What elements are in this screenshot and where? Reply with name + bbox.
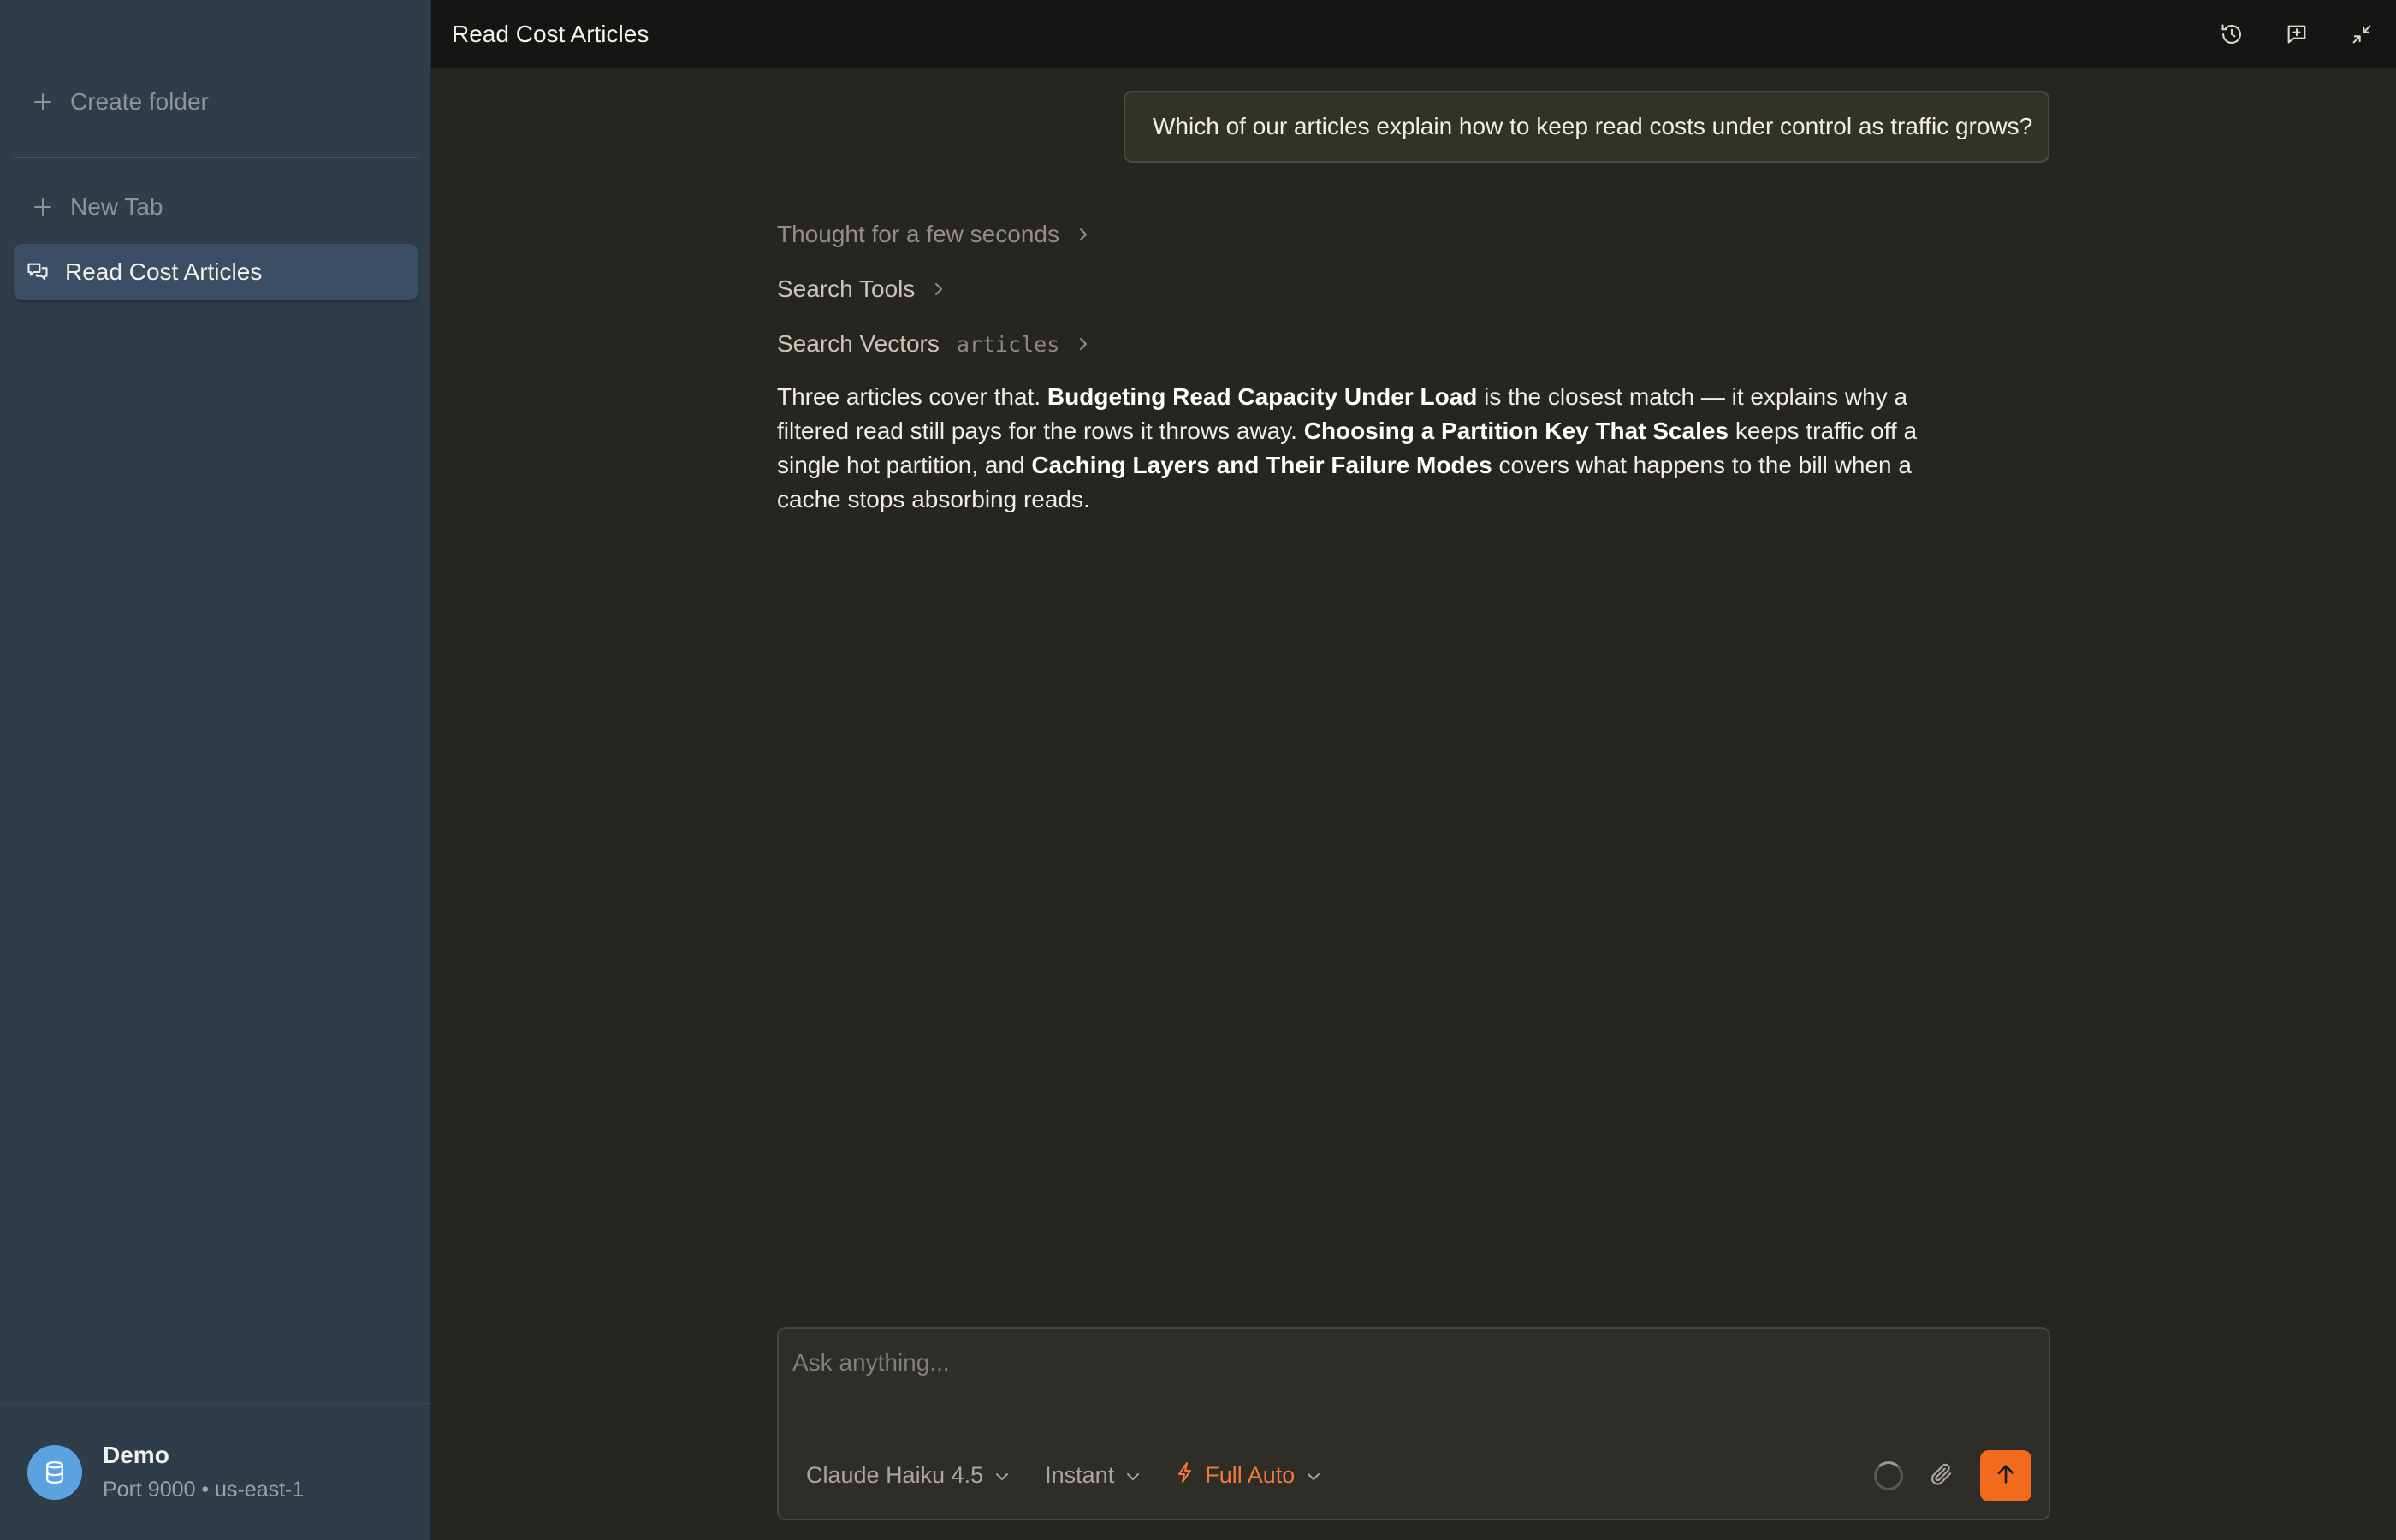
- composer: Claude Haiku 4.5 Instant Full Auto: [777, 1327, 2050, 1520]
- new-chat-icon[interactable]: [2281, 19, 2312, 50]
- autonomy-selector[interactable]: Full Auto: [1176, 1461, 1322, 1490]
- user-message: Which of our articles explain how to kee…: [1124, 91, 2049, 163]
- composer-tools: [1874, 1450, 2031, 1502]
- prompt-input[interactable]: [792, 1344, 2025, 1382]
- create-folder-label: Create folder: [70, 88, 209, 115]
- answer-text: Three articles cover that.: [777, 383, 1047, 410]
- footer-subtitle: Port 9000 • us-east-1: [103, 1478, 305, 1502]
- plus-icon: [31, 90, 55, 114]
- composer-options: Claude Haiku 4.5 Instant Full Auto: [806, 1461, 1322, 1490]
- top-bar-actions: [2216, 0, 2377, 68]
- lightning-icon: [1176, 1461, 1195, 1490]
- arrow-up-icon: [1994, 1462, 2018, 1490]
- new-tab-label: New Tab: [70, 193, 163, 220]
- chevron-right-icon: [1075, 226, 1092, 243]
- page-title: Read Cost Articles: [452, 20, 649, 47]
- app-root: Create folder New Tab Read Cost Articles: [0, 0, 2396, 1540]
- mode-selector[interactable]: Instant: [1045, 1462, 1142, 1489]
- top-bar: Read Cost Articles: [431, 0, 2396, 68]
- chevron-down-icon: [1124, 1462, 1142, 1489]
- footer-text: Demo Port 9000 • us-east-1: [103, 1442, 304, 1502]
- thought-step[interactable]: Thought for a few seconds: [777, 221, 1092, 248]
- sidebar-item-read-cost-articles[interactable]: Read Cost Articles: [14, 244, 418, 300]
- mode-label: Instant: [1045, 1462, 1115, 1488]
- step-detail: articles: [956, 331, 1060, 357]
- chat-bubbles-icon: [26, 260, 50, 284]
- autonomy-label: Full Auto: [1205, 1462, 1296, 1488]
- article-title: Budgeting Read Capacity Under Load: [1047, 383, 1478, 410]
- chevron-right-icon: [1075, 335, 1092, 352]
- assistant-answer: Three articles cover that. Budgeting Rea…: [777, 380, 1958, 517]
- main-panel: Read Cost Articles Which of our articles…: [431, 0, 2396, 1540]
- article-title: Choosing a Partition Key That Scales: [1303, 418, 1729, 444]
- plus-icon: [31, 195, 55, 219]
- model-selector[interactable]: Claude Haiku 4.5: [806, 1462, 1011, 1489]
- search-tools-step[interactable]: Search Tools: [777, 275, 947, 303]
- article-title: Caching Layers and Their Failure Modes: [1031, 452, 1492, 478]
- new-tab-button[interactable]: New Tab: [14, 179, 418, 235]
- collapse-icon[interactable]: [2346, 19, 2377, 50]
- sidebar-divider: [14, 157, 418, 158]
- sidebar: Create folder New Tab Read Cost Articles: [0, 0, 431, 1540]
- step-label: Search Vectors: [777, 330, 940, 357]
- send-button[interactable]: [1980, 1450, 2031, 1502]
- step-label: Thought for a few seconds: [777, 221, 1059, 247]
- footer-title: Demo: [103, 1442, 169, 1468]
- step-label: Search Tools: [777, 275, 916, 302]
- paperclip-icon[interactable]: [1929, 1461, 1954, 1491]
- sidebar-footer[interactable]: Demo Port 9000 • us-east-1: [0, 1403, 431, 1540]
- database-icon: [27, 1444, 82, 1500]
- chevron-down-icon: [1305, 1462, 1322, 1489]
- history-icon[interactable]: [2216, 19, 2247, 50]
- chevron-right-icon: [930, 281, 947, 298]
- model-label: Claude Haiku 4.5: [806, 1462, 984, 1488]
- loading-spinner-icon: [1874, 1461, 1903, 1490]
- sidebar-item-label: Read Cost Articles: [65, 258, 263, 285]
- create-folder-button[interactable]: Create folder: [14, 74, 418, 130]
- search-vectors-step[interactable]: Search Vectors articles: [777, 330, 1092, 358]
- chevron-down-icon: [993, 1462, 1011, 1489]
